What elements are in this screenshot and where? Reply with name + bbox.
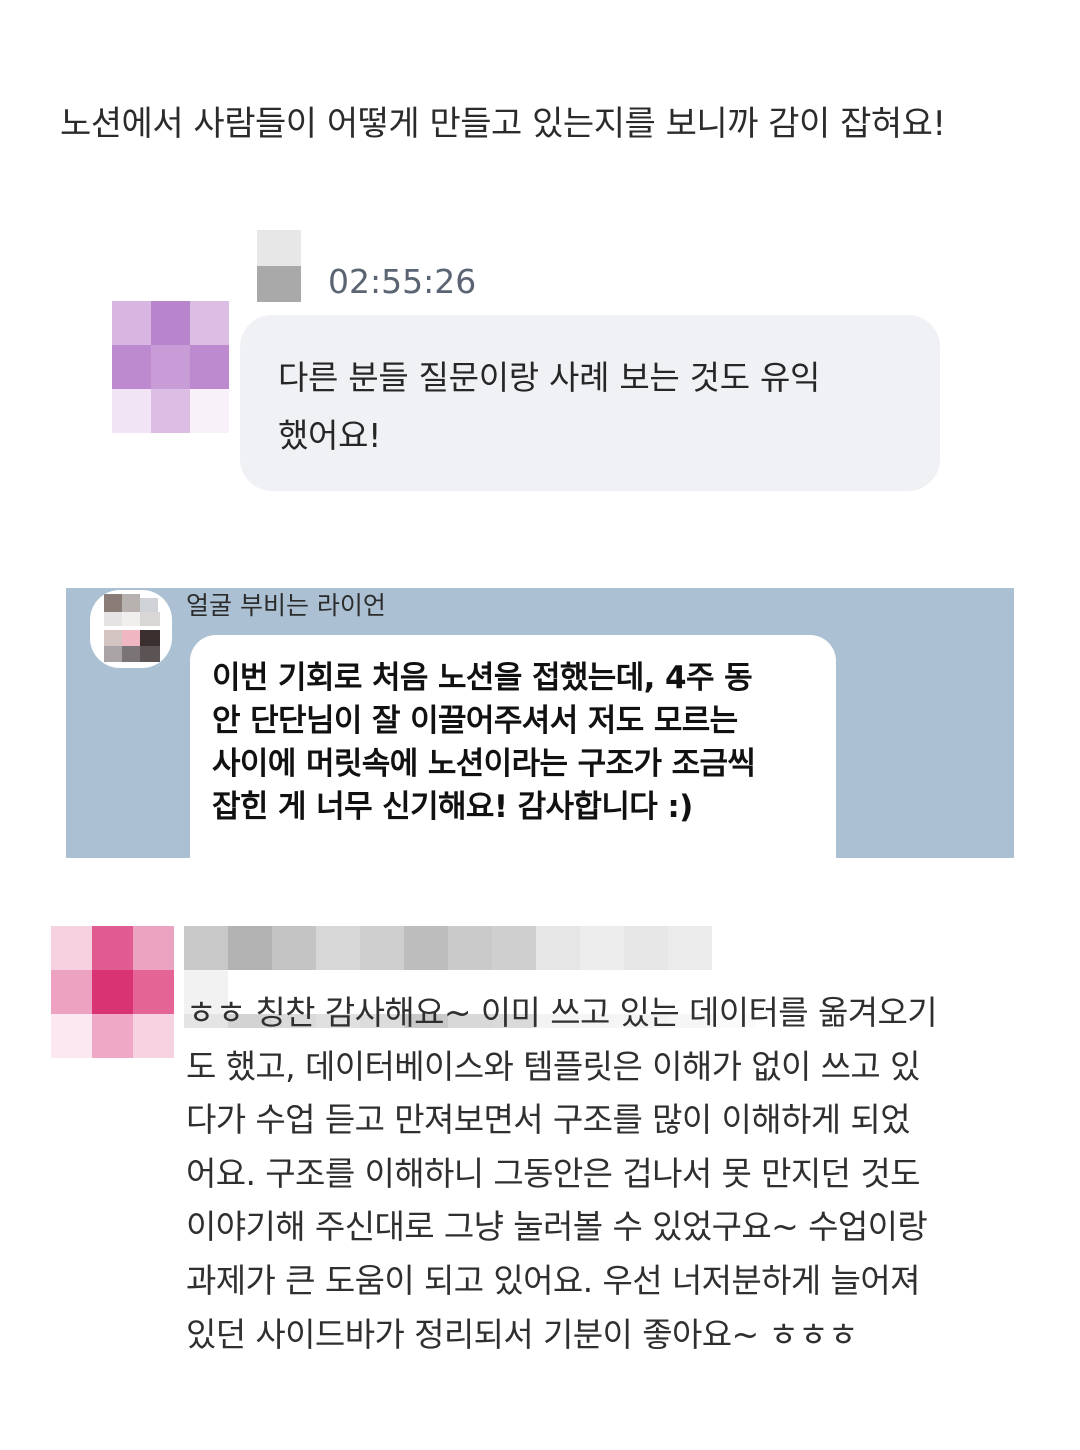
chat-bubble-line: 다른 분들 질문이랑 사례 보는 것도 유익 — [278, 358, 821, 397]
blurred-avatar — [51, 926, 174, 1058]
chat-bubble-line: 사이에 머릿속에 노션이라는 구조가 조금씩 — [212, 746, 756, 782]
sender-name: 얼굴 부비는 라이언 — [186, 591, 386, 620]
message-line: 어요. 구조를 이해하니 그동안은 겁나서 못 만지던 것도 — [186, 1153, 920, 1193]
message-line: 이야기해 주신대로 그냥 눌러볼 수 있었구요~ 수업이랑 — [186, 1207, 928, 1247]
message-line: 도 했고, 데이터베이스와 템플릿은 이해가 없이 쓰고 있 — [186, 1046, 920, 1086]
chat-bubble: 다른 분들 질문이랑 사례 보는 것도 유익 했어요! — [240, 315, 940, 491]
message-line: 다가 수업 듣고 만져보면서 구조를 많이 이해하게 되었 — [186, 1100, 911, 1140]
chat-bubble-line: 했어요! — [278, 416, 382, 455]
blurred-sender-name — [257, 230, 301, 302]
chat-bubble-line: 이번 기회로 처음 노션을 접했는데, 4주 동 — [212, 660, 753, 696]
chat-bubble: 이번 기회로 처음 노션을 접했는데, 4주 동 안 단단님이 잘 이끌어주셔서… — [190, 635, 836, 858]
message-line: 과제가 큰 도움이 되고 있어요. 우선 너저분하게 늘어져 — [186, 1260, 920, 1300]
message-line: ㅎㅎ 칭찬 감사해요~ 이미 쓰고 있는 데이터를 옮겨오기 — [186, 993, 938, 1032]
chat-bubble-line: 안 단단님이 잘 이끌어주셔서 저도 모르는 — [212, 703, 738, 739]
message-line: 있던 사이드바가 정리되서 기분이 좋아요~ ㅎㅎㅎ — [186, 1314, 858, 1354]
blurred-avatar — [112, 301, 229, 433]
message-timestamp: 02:55:26 — [328, 262, 477, 301]
blurred-avatar — [90, 590, 172, 668]
chat-bubble-line: 잡힌 게 너무 신기해요! 감사합니다 :) — [212, 789, 693, 825]
blurred-sender-name — [184, 926, 756, 1028]
message-text: 노션에서 사람들이 어떻게 만들고 있는지를 보니까 감이 잡혀요! — [60, 104, 946, 144]
message-text: ㅎㅎ 칭찬 감사해요~ 이미 쓰고 있는 데이터를 옮겨오기 도 했고, 데이터… — [186, 986, 1016, 1361]
